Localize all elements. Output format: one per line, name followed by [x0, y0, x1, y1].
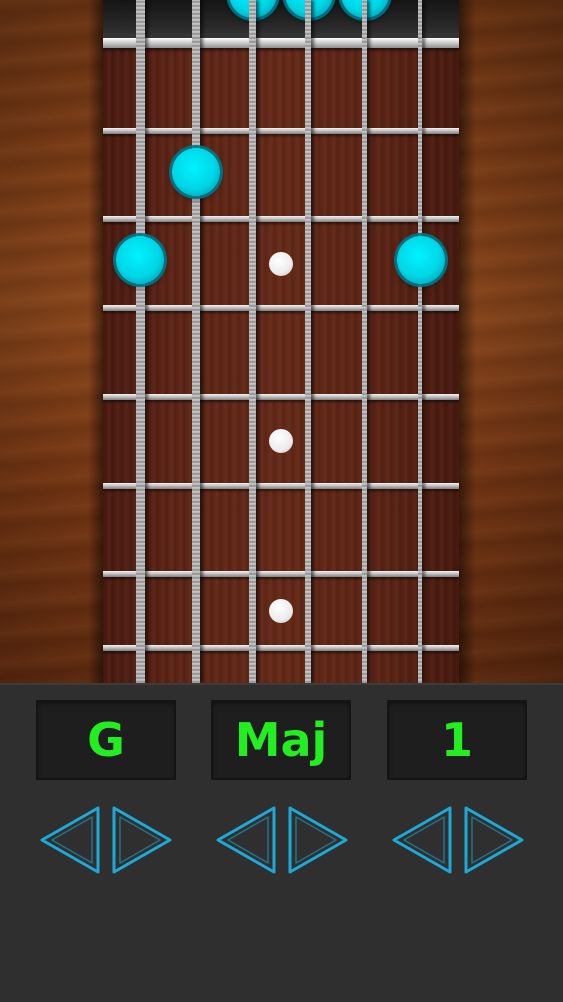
triangle-left-outline-icon — [216, 806, 276, 874]
voicing-next-button[interactable] — [458, 803, 528, 877]
root-note-value: G — [87, 713, 125, 767]
fret-3 — [103, 305, 459, 311]
root-note-display: G — [36, 700, 176, 780]
fret-7 — [103, 645, 459, 651]
string-2 — [192, 0, 200, 683]
triangle-right-outline-icon — [288, 806, 348, 874]
finger-position-marker — [172, 148, 220, 196]
triangle-left-outline-icon — [40, 806, 100, 874]
triangle-left-outline-icon — [392, 806, 452, 874]
fretboard-view — [0, 0, 563, 683]
chord-quality-display: Maj — [211, 700, 351, 780]
neck-shadow-right — [458, 0, 476, 683]
quality-prev-button[interactable] — [212, 803, 282, 877]
fret-1 — [103, 128, 459, 134]
root-prev-button[interactable] — [36, 803, 106, 877]
quality-next-button[interactable] — [282, 803, 352, 877]
nut — [103, 38, 459, 48]
fret-6 — [103, 571, 459, 577]
voicing-display: 1 — [387, 700, 527, 780]
voicing-value: 1 — [440, 713, 473, 767]
finger-position-marker — [116, 236, 164, 284]
chord-quality-value: Maj — [234, 713, 328, 767]
string-1 — [136, 0, 145, 683]
fret-inlay-dot — [269, 599, 293, 623]
fret-inlay-dot — [269, 429, 293, 453]
string-4 — [305, 0, 311, 683]
fret-5 — [103, 483, 459, 489]
fret-2 — [103, 216, 459, 222]
finger-position-marker — [397, 236, 445, 284]
neck-shadow-left — [88, 0, 104, 683]
string-5 — [362, 0, 367, 683]
triangle-right-outline-icon — [112, 806, 172, 874]
string-3 — [249, 0, 256, 683]
fret-inlay-dot — [269, 252, 293, 276]
fret-4 — [103, 394, 459, 400]
root-next-button[interactable] — [106, 803, 176, 877]
headstock — [103, 0, 459, 40]
fretboard — [103, 0, 459, 683]
string-6 — [418, 0, 422, 683]
triangle-right-outline-icon — [464, 806, 524, 874]
voicing-prev-button[interactable] — [388, 803, 458, 877]
